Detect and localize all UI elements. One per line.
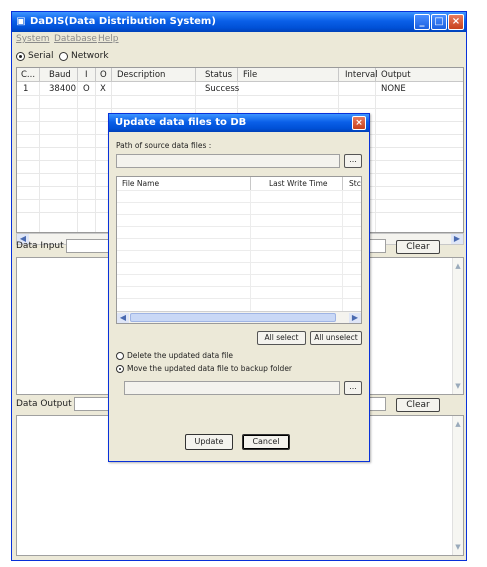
- col-interval[interactable]: Interval: [345, 70, 378, 80]
- col-status[interactable]: Stc: [349, 179, 361, 188]
- source-path-field[interactable]: [116, 154, 340, 168]
- col-status[interactable]: Status: [205, 70, 232, 80]
- scroll-up-icon[interactable]: ▲: [453, 419, 463, 429]
- dialog-title-bar[interactable]: Update data files to DB ×: [109, 114, 369, 132]
- table-cell[interactable]: NONE: [381, 84, 406, 94]
- col-separator: [375, 68, 376, 82]
- list-rule: [117, 274, 361, 275]
- table-cell[interactable]: 38400: [49, 84, 76, 94]
- app-icon: ▣: [16, 16, 26, 27]
- col-file-name[interactable]: File Name: [122, 179, 159, 188]
- scroll-down-icon[interactable]: ▼: [453, 381, 463, 391]
- col-output-flag[interactable]: O: [100, 70, 107, 80]
- dialog-title: Update data files to DB: [115, 117, 247, 128]
- table-cell[interactable]: Success: [205, 84, 239, 94]
- col-separator: [195, 68, 196, 82]
- grid-column-rule: [39, 82, 40, 232]
- list-column-rule: [342, 190, 343, 311]
- scroll-right-icon[interactable]: ▶: [349, 313, 361, 323]
- grid-rule: [17, 108, 463, 109]
- delete-file-radio[interactable]: [116, 352, 124, 360]
- list-rule: [117, 298, 361, 299]
- data-input-clear-button[interactable]: Clear: [396, 240, 440, 254]
- move-to-backup-label: Move the updated data file to backup fol…: [127, 364, 293, 373]
- scroll-up-icon[interactable]: ▲: [453, 261, 463, 271]
- scroll-right-icon[interactable]: ▶: [451, 234, 463, 244]
- backup-browse-button[interactable]: ...: [344, 381, 362, 395]
- scroll-down-icon[interactable]: ▼: [453, 542, 463, 552]
- file-list: File Name Last Write Time Stc ◀ ▶: [116, 176, 362, 324]
- col-channel[interactable]: C...: [21, 70, 35, 80]
- col-output[interactable]: Output: [381, 70, 411, 80]
- col-separator: [342, 177, 343, 190]
- list-rule: [117, 250, 361, 251]
- grid-column-rule: [77, 82, 78, 232]
- grid-rule: [17, 95, 463, 96]
- network-radio[interactable]: [59, 52, 68, 61]
- select-all-button[interactable]: All select: [257, 331, 306, 345]
- unselect-all-button[interactable]: All unselect: [310, 331, 362, 345]
- list-rule: [117, 214, 361, 215]
- scroll-thumb[interactable]: [130, 313, 336, 322]
- data-output-label: Data Output :: [16, 399, 78, 409]
- list-rule: [117, 226, 361, 227]
- menu-help[interactable]: Help: [98, 34, 119, 44]
- list-rule: [117, 202, 361, 203]
- list-rule: [117, 238, 361, 239]
- list-rule: [117, 262, 361, 263]
- col-separator: [111, 68, 112, 82]
- table-cell[interactable]: X: [100, 84, 106, 94]
- file-list-horizontal-scrollbar[interactable]: ◀ ▶: [117, 311, 361, 323]
- col-input[interactable]: I: [85, 70, 88, 80]
- list-column-rule: [250, 190, 251, 311]
- delete-file-label: Delete the updated data file: [127, 351, 233, 360]
- update-button[interactable]: Update: [185, 434, 233, 450]
- list-rule: [117, 190, 361, 191]
- backup-path-field[interactable]: [124, 381, 340, 395]
- data-input-vertical-scrollbar[interactable]: ▲ ▼: [452, 258, 463, 394]
- grid-header: C... Baud I O Description Status File In…: [17, 68, 463, 82]
- col-description[interactable]: Description: [117, 70, 165, 80]
- maximize-icon[interactable]: □: [431, 14, 447, 30]
- menu-bar: System Database Help: [12, 32, 466, 47]
- path-label: Path of source data files :: [116, 141, 212, 150]
- col-separator: [237, 68, 238, 82]
- menu-system[interactable]: System: [16, 34, 50, 44]
- window-title: DaDIS(Data Distribution System): [30, 16, 216, 27]
- serial-label: Serial: [28, 51, 54, 61]
- list-rule: [117, 286, 361, 287]
- scroll-left-icon[interactable]: ◀: [117, 313, 129, 323]
- col-separator: [338, 68, 339, 82]
- grid-column-rule: [375, 82, 376, 232]
- col-separator: [250, 177, 251, 190]
- data-output-clear-button[interactable]: Clear: [396, 398, 440, 412]
- grid-column-rule: [95, 82, 96, 232]
- col-separator: [95, 68, 96, 82]
- col-last-write-time[interactable]: Last Write Time: [269, 179, 328, 188]
- menu-database[interactable]: Database: [54, 34, 97, 44]
- title-bar[interactable]: ▣ DaDIS(Data Distribution System) _ □ ×: [12, 12, 466, 32]
- cancel-button[interactable]: Cancel: [242, 434, 290, 450]
- serial-radio[interactable]: [16, 52, 25, 61]
- data-input-label: Data Input :: [16, 241, 70, 251]
- dialog-close-icon[interactable]: ×: [352, 116, 366, 130]
- col-separator: [77, 68, 78, 82]
- col-separator: [39, 68, 40, 82]
- source-browse-button[interactable]: ...: [344, 154, 362, 168]
- network-label: Network: [71, 51, 109, 61]
- table-cell[interactable]: 1: [23, 84, 28, 94]
- col-baud[interactable]: Baud: [49, 70, 71, 80]
- col-file[interactable]: File: [243, 70, 257, 80]
- data-output-vertical-scrollbar[interactable]: ▲ ▼: [452, 416, 463, 555]
- update-dialog: Update data files to DB × Path of source…: [108, 113, 370, 462]
- move-to-backup-radio[interactable]: [116, 365, 124, 373]
- table-cell[interactable]: O: [83, 84, 90, 94]
- close-icon[interactable]: ×: [448, 14, 464, 30]
- minimize-icon[interactable]: _: [414, 14, 430, 30]
